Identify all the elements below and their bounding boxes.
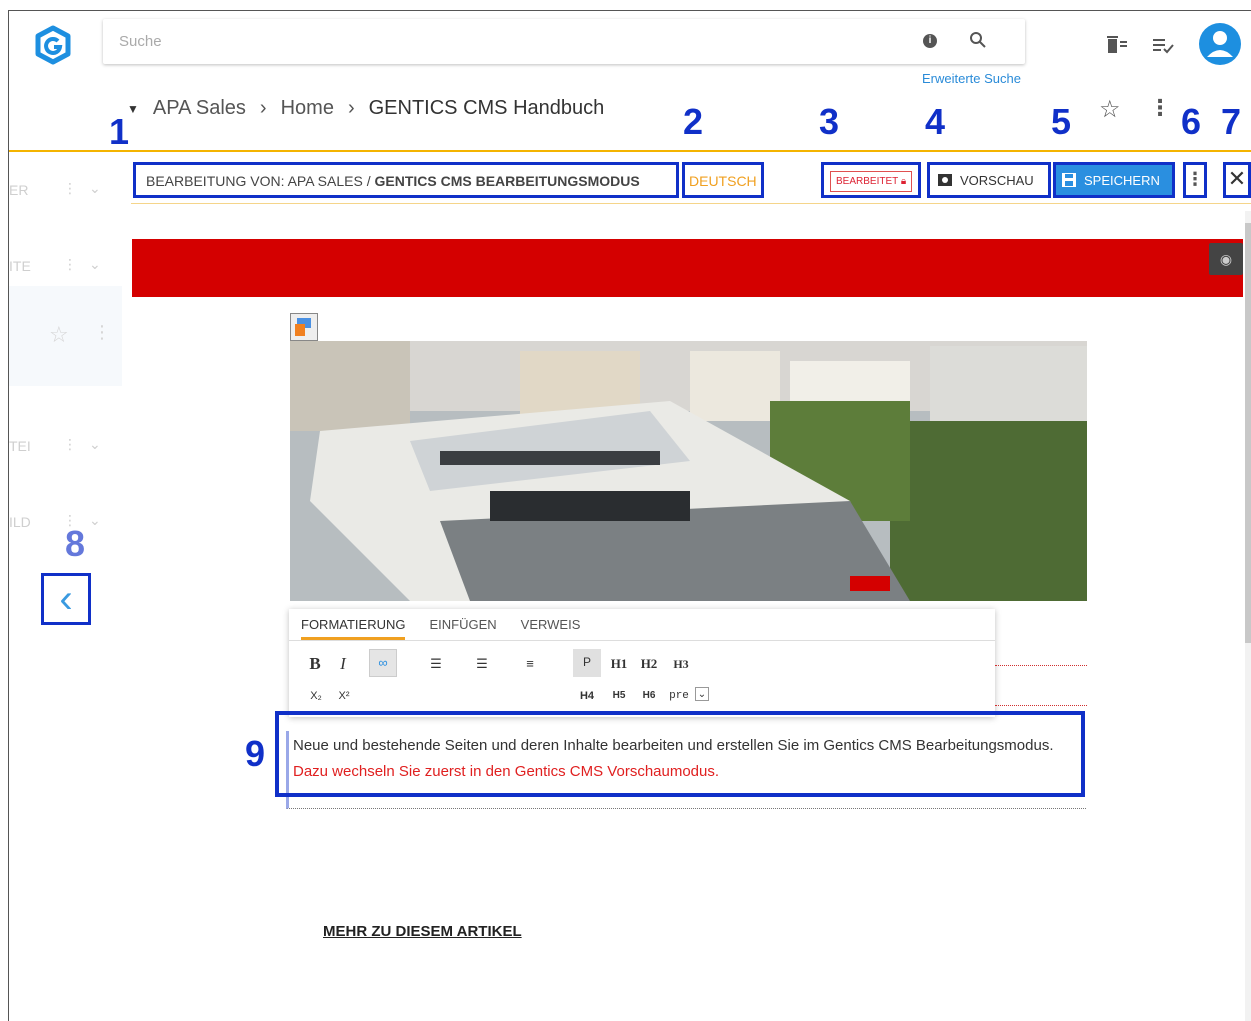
chevron-right-icon: › bbox=[259, 97, 267, 119]
page-header-banner bbox=[132, 239, 1243, 297]
app-frame: Suche i Erweiterte Suche ▼ APA Sales › H… bbox=[8, 10, 1251, 1021]
breadcrumb-folder[interactable]: Home bbox=[281, 97, 334, 120]
building-photo[interactable] bbox=[290, 341, 1087, 601]
ordered-list-icon[interactable]: ☰ bbox=[425, 651, 447, 677]
save-icon bbox=[1062, 173, 1076, 187]
subscript-icon[interactable]: X₂ bbox=[305, 683, 327, 709]
advanced-search-link[interactable]: Erweiterte Suche bbox=[922, 71, 1021, 86]
breadcrumb-node[interactable]: APA Sales bbox=[153, 97, 246, 120]
sidebar-item[interactable]: ILD ⋮ ⌄ bbox=[9, 512, 101, 530]
edit-toolbar: BEARBEITUNG VON: APA SALES / GENTICS CMS… bbox=[131, 152, 1251, 204]
info-icon[interactable]: i bbox=[923, 34, 937, 48]
preview-button[interactable]: VORSCHAU bbox=[927, 162, 1051, 198]
superscript-icon[interactable]: X² bbox=[333, 683, 355, 709]
close-icon[interactable]: ✕ bbox=[1223, 162, 1251, 198]
editor-toolbar: FORMATIERUNG EINFÜGEN VERWEIS B I ∞ ☰ ☰ … bbox=[289, 609, 995, 717]
sidebar-item[interactable]: ITE ⋮ ⌄ bbox=[9, 256, 101, 274]
search-placeholder[interactable]: Suche bbox=[119, 33, 162, 50]
h3-button[interactable]: H3 bbox=[667, 651, 695, 677]
annotation-3: 3 bbox=[819, 101, 840, 142]
annotation-9: 9 bbox=[245, 733, 266, 774]
task-list-icon[interactable] bbox=[1151, 33, 1175, 57]
breadcrumb-page: GENTICS CMS Handbuch bbox=[368, 97, 605, 119]
lock-icon: 🔒︎ bbox=[900, 176, 907, 187]
language-selector[interactable]: DEUTSCH bbox=[682, 162, 764, 198]
more-vert-icon[interactable]: ⋮ bbox=[63, 256, 77, 273]
favorite-star-icon[interactable]: ☆ bbox=[1099, 95, 1121, 124]
preview-icon bbox=[938, 174, 952, 186]
italic-button[interactable]: I bbox=[333, 651, 353, 677]
sidebar-item[interactable]: ER ⋮ ⌄ bbox=[9, 180, 101, 198]
scrollbar[interactable] bbox=[1245, 211, 1251, 1021]
divider bbox=[995, 705, 1087, 706]
annotation-5: 5 bbox=[1051, 101, 1072, 142]
annotation-7: 7 bbox=[1221, 101, 1242, 142]
annotation-6: 6 bbox=[1181, 101, 1202, 142]
tab-einfuegen[interactable]: EINFÜGEN bbox=[429, 617, 496, 640]
search-bar[interactable]: Suche i bbox=[103, 19, 1025, 64]
chevron-down-icon[interactable]: ⌄ bbox=[89, 256, 101, 273]
more-article-link[interactable]: MEHR ZU DIESEM ARTIKEL bbox=[323, 923, 522, 940]
sidebar-selected-row[interactable]: ☆ ⋮ bbox=[9, 286, 122, 386]
unordered-list-icon[interactable]: ☰ bbox=[471, 651, 493, 677]
indent-list-icon[interactable]: ≡ bbox=[519, 651, 541, 677]
chevron-down-icon[interactable]: ⌄ bbox=[89, 436, 101, 453]
search-icon[interactable] bbox=[968, 30, 988, 50]
star-icon[interactable]: ☆ bbox=[49, 322, 69, 348]
h6-button[interactable]: H6 bbox=[635, 683, 663, 709]
sidebar-item[interactable]: TEI ⋮ ⌄ bbox=[9, 436, 101, 454]
edit-title: BEARBEITUNG VON: APA SALES / GENTICS CMS… bbox=[133, 162, 679, 198]
more-vert-icon[interactable]: ⋮ bbox=[63, 180, 77, 197]
more-vert-icon[interactable]: ⋮ bbox=[1149, 95, 1171, 121]
collapse-sidebar-button[interactable]: ‹ bbox=[41, 573, 91, 625]
annotation-4: 4 bbox=[925, 101, 946, 142]
tab-verweis[interactable]: VERWEIS bbox=[521, 617, 581, 640]
h2-button[interactable]: H2 bbox=[635, 651, 663, 677]
breadcrumb: ▼ APA Sales › Home › GENTICS CMS Handbuc… bbox=[127, 97, 604, 120]
expand-icon[interactable]: ⌄ bbox=[695, 687, 709, 701]
trash-list-icon[interactable] bbox=[1105, 33, 1129, 57]
tab-formatierung[interactable]: FORMATIERUNG bbox=[301, 617, 406, 640]
pre-button[interactable]: pre bbox=[665, 683, 693, 709]
annotation-1: 1 bbox=[109, 111, 130, 152]
bold-button[interactable]: B bbox=[305, 651, 325, 677]
save-button[interactable]: SPEICHERN bbox=[1053, 162, 1175, 198]
chevron-down-icon[interactable]: ⌄ bbox=[89, 180, 101, 197]
gentics-logo-icon[interactable] bbox=[33, 25, 73, 65]
h5-button[interactable]: H5 bbox=[605, 683, 633, 709]
h1-button[interactable]: H1 bbox=[605, 651, 633, 677]
image-edit-icon[interactable] bbox=[290, 313, 318, 341]
divider bbox=[995, 665, 1087, 666]
editor-tabs: FORMATIERUNG EINFÜGEN VERWEIS bbox=[289, 609, 995, 641]
link-icon[interactable]: ∞ bbox=[369, 649, 397, 677]
more-options-button[interactable]: ⋮ bbox=[1183, 162, 1207, 198]
more-vert-icon[interactable]: ⋮ bbox=[63, 436, 77, 453]
h4-button[interactable]: H4 bbox=[573, 683, 601, 709]
annotation-2: 2 bbox=[683, 101, 704, 142]
paragraph-button[interactable]: P bbox=[573, 649, 601, 677]
annotation-highlight-box bbox=[275, 711, 1085, 797]
panel-toggle-icon[interactable]: ◉ bbox=[1209, 243, 1243, 275]
status-badge: BEARBEITET 🔒︎ bbox=[830, 171, 913, 192]
more-vert-icon[interactable]: ⋮ bbox=[93, 322, 111, 343]
status-badge-wrapper: BEARBEITET 🔒︎ bbox=[821, 162, 921, 198]
more-vert-icon[interactable]: ⋮ bbox=[63, 512, 77, 529]
user-avatar[interactable] bbox=[1199, 23, 1241, 65]
chevron-down-icon[interactable]: ⌄ bbox=[89, 512, 101, 529]
chevron-right-icon: › bbox=[347, 97, 355, 119]
